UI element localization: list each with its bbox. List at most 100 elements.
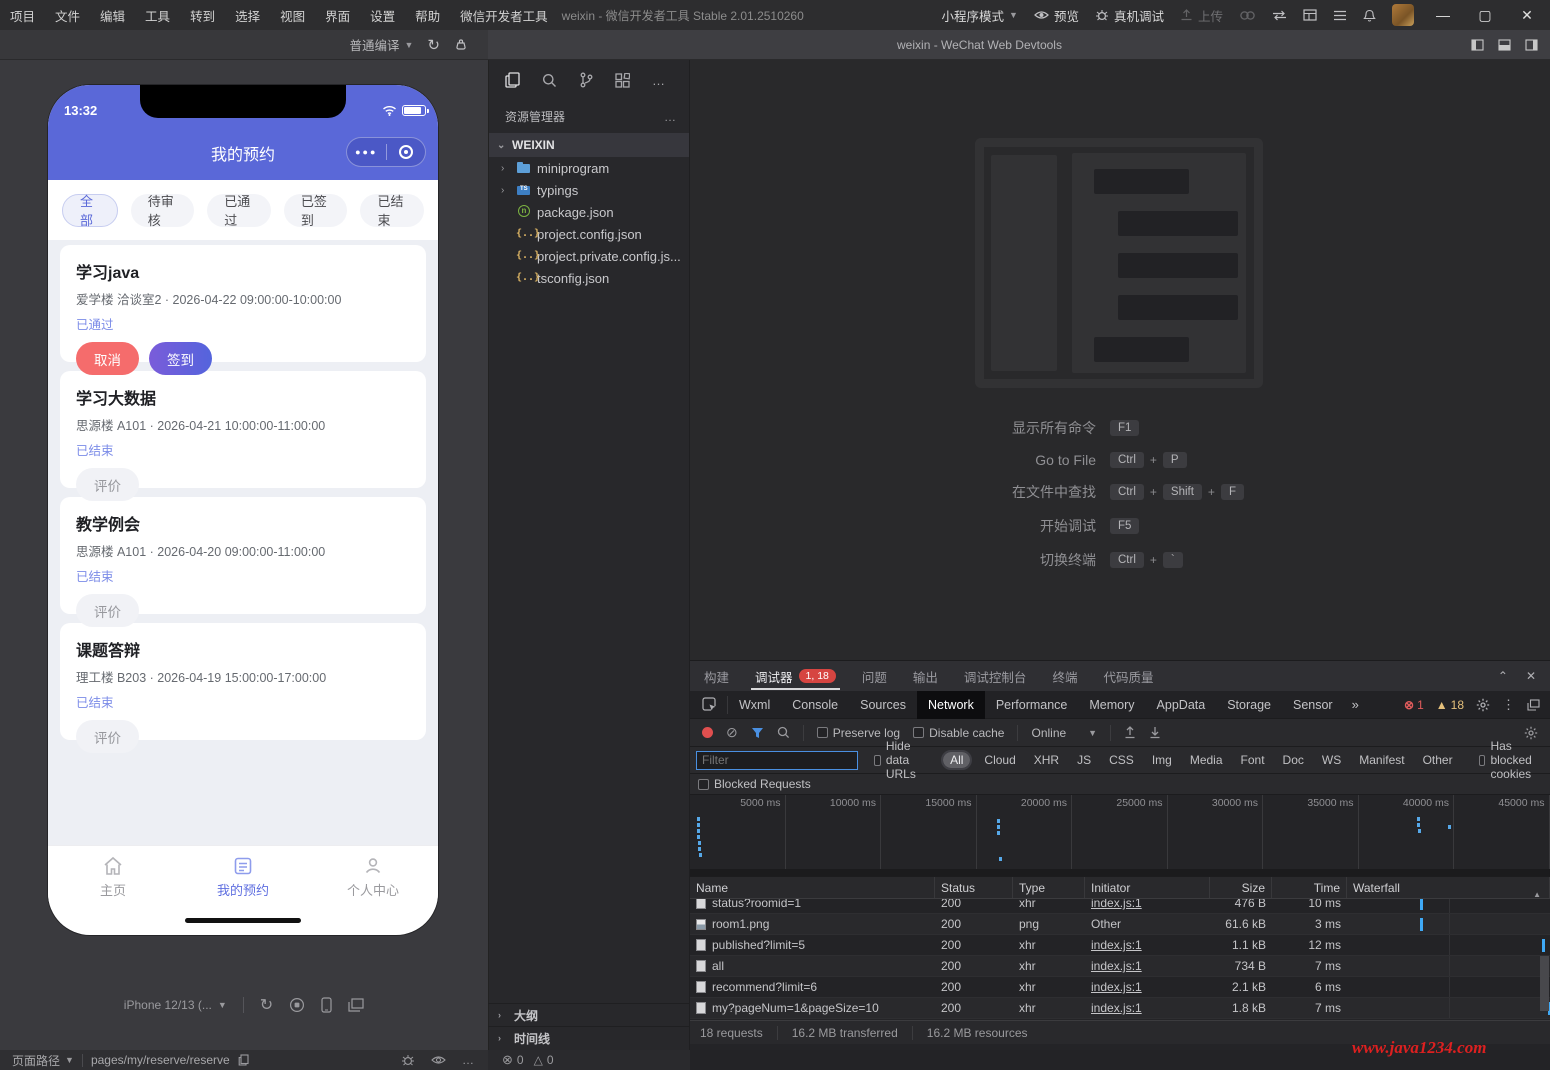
menu-item-项目[interactable]: 项目 — [0, 6, 45, 25]
initiator-link[interactable]: index.js:1 — [1091, 980, 1142, 994]
reservation-status[interactable]: 已结束 — [76, 440, 410, 459]
files-icon[interactable] — [505, 72, 520, 88]
hide-data-urls-checkbox[interactable]: Hide data URLs — [874, 739, 931, 781]
bell-icon[interactable] — [1363, 9, 1376, 22]
disable-cache-checkbox[interactable]: Disable cache — [913, 726, 1004, 740]
outline-section[interactable]: › 大纲 — [488, 1003, 689, 1026]
type-filter-Img[interactable]: Img — [1148, 752, 1176, 768]
panel-tab-调试控制台[interactable]: 调试控制台 — [964, 661, 1027, 691]
hamburger-menu-icon[interactable] — [1333, 10, 1347, 21]
dock-left-icon[interactable] — [1471, 38, 1484, 51]
settings-gear-icon[interactable] — [1476, 698, 1490, 712]
throttling-dropdown[interactable]: Online ▼ — [1031, 726, 1097, 740]
extensions-icon[interactable] — [615, 72, 630, 88]
more-icon[interactable]: … — [652, 73, 666, 88]
export-har-icon[interactable] — [1149, 726, 1161, 739]
dock-bottom-icon[interactable] — [1498, 38, 1511, 51]
network-row[interactable]: my?pageNum=1&pageSize=10 200 xhr index.js:1… — [690, 998, 1550, 1019]
clear-icon[interactable]: ⊘ — [726, 724, 738, 741]
tree-root-weixin[interactable]: ⌄ WEIXIN — [489, 133, 689, 157]
scrollbar-thumb[interactable] — [1540, 956, 1549, 1011]
tabbar-item-个人中心[interactable]: 个人中心 — [308, 846, 438, 909]
network-row[interactable]: published?limit=5 200 xhr index.js:1 1.1 kB 1… — [690, 935, 1550, 956]
error-count[interactable]: ⊗ 1 — [1404, 698, 1424, 712]
type-filter-CSS[interactable]: CSS — [1105, 752, 1138, 768]
initiator-link[interactable]: index.js:1 — [1091, 938, 1142, 952]
评价-button[interactable]: 评价 — [76, 468, 139, 501]
problems-indicator[interactable]: ⊗ 0 △ 0 — [488, 1050, 690, 1070]
取消-button[interactable]: 取消 — [76, 342, 139, 375]
minimize-button[interactable]: — — [1430, 7, 1456, 23]
column-header-Time[interactable]: Time — [1272, 877, 1347, 898]
tree-item-typings[interactable]: › typings — [489, 179, 689, 201]
menu-item-设置[interactable]: 设置 — [360, 6, 405, 25]
devtools-tab-Sources[interactable]: Sources — [849, 691, 917, 719]
menu-item-编辑[interactable]: 编辑 — [90, 6, 135, 25]
network-row[interactable]: room1.png 200 png Other 61.6 kB 3 ms — [690, 914, 1550, 935]
devtools-tab-AppData[interactable]: AppData — [1146, 691, 1217, 719]
rotate-icon[interactable]: ↻ — [260, 995, 273, 1015]
column-header-Size[interactable]: Size — [1210, 877, 1272, 898]
panel-tab-输出[interactable]: 输出 — [913, 661, 938, 691]
type-filter-Cloud[interactable]: Cloud — [980, 752, 1019, 768]
maximize-button[interactable]: ▢ — [1472, 7, 1498, 24]
column-header-Initiator[interactable]: Initiator — [1085, 877, 1210, 898]
type-filter-WS[interactable]: WS — [1318, 752, 1345, 768]
page-path-dropdown[interactable]: 页面路径 ▼ — [12, 1052, 74, 1069]
undock-icon[interactable] — [1527, 698, 1540, 711]
network-row[interactable]: recommend?limit=6 200 xhr index.js:1 2.1 kB 6… — [690, 977, 1550, 998]
menu-item-界面[interactable]: 界面 — [315, 6, 360, 25]
reservation-status[interactable]: 已结束 — [76, 692, 410, 711]
menu-item-文件[interactable]: 文件 — [45, 6, 90, 25]
tree-item-project.private.config.js...[interactable]: project.private.config.js... — [489, 245, 689, 267]
network-row[interactable]: status?roomid=1 200 xhr index.js:1 476 B 10 m… — [690, 899, 1550, 914]
tabs-overflow-icon[interactable]: » — [1344, 697, 1367, 712]
评价-button[interactable]: 评价 — [76, 720, 139, 753]
column-header-Name[interactable]: Name — [690, 877, 935, 898]
type-filter-Media[interactable]: Media — [1186, 752, 1227, 768]
menu-item-工具[interactable]: 工具 — [135, 6, 180, 25]
devtools-tab-Performance[interactable]: Performance — [985, 691, 1079, 719]
panel-tab-构建[interactable]: 构建 — [704, 661, 729, 691]
bug-icon[interactable] — [401, 1054, 415, 1067]
search-icon[interactable] — [542, 73, 557, 88]
签到-button[interactable]: 签到 — [149, 342, 212, 375]
blocked-requests-checkbox[interactable]: Blocked Requests — [698, 777, 811, 791]
phone-orientation-icon[interactable] — [321, 997, 332, 1013]
menu-item-选择[interactable]: 选择 — [225, 6, 270, 25]
switch-icon[interactable] — [1272, 10, 1287, 21]
more-icon[interactable]: ●●● — [347, 147, 386, 157]
screenshot-icon[interactable] — [289, 997, 305, 1013]
filter-chip-已结束[interactable]: 已结束 — [360, 193, 425, 228]
type-filter-Doc[interactable]: Doc — [1279, 752, 1308, 768]
has-blocked-cookies-checkbox[interactable]: Has blocked cookies — [1478, 739, 1550, 781]
network-row[interactable]: all 200 xhr index.js:1 734 B 7 ms — [690, 956, 1550, 977]
reservation-status[interactable]: 已通过 — [76, 314, 410, 333]
record-icon[interactable] — [702, 727, 713, 738]
copy-icon[interactable] — [238, 1054, 249, 1066]
panel-tab-问题[interactable]: 问题 — [862, 661, 887, 691]
menu-item-微信开发者工具[interactable]: 微信开发者工具 — [450, 6, 558, 25]
collapse-panel-icon[interactable]: ⌃ — [1498, 669, 1508, 683]
menu-item-视图[interactable]: 视图 — [270, 6, 315, 25]
tree-item-tsconfig.json[interactable]: tsconfig.json — [489, 267, 689, 289]
compile-mode-dropdown[interactable]: 普通编译 ▼ — [349, 35, 413, 54]
warning-count[interactable]: ▲ 18 — [1436, 698, 1464, 712]
type-filter-XHR[interactable]: XHR — [1030, 752, 1063, 768]
layout-icon[interactable] — [1303, 9, 1317, 21]
type-filter-Font[interactable]: Font — [1237, 752, 1269, 768]
reservation-status[interactable]: 已结束 — [76, 566, 410, 585]
link-icon[interactable] — [1239, 10, 1256, 21]
network-settings-gear-icon[interactable] — [1524, 726, 1550, 740]
tree-item-project.config.json[interactable]: project.config.json — [489, 223, 689, 245]
upload-button[interactable]: 上传 — [1180, 6, 1223, 25]
type-filter-Other[interactable]: Other — [1419, 752, 1457, 768]
device-selector[interactable]: iPhone 12/13 (... ▼ — [124, 998, 227, 1012]
devtools-tab-Memory[interactable]: Memory — [1078, 691, 1145, 719]
close-panel-icon[interactable]: ✕ — [1526, 669, 1536, 683]
preserve-log-checkbox[interactable]: Preserve log — [816, 726, 900, 740]
type-filter-All[interactable]: All — [941, 750, 973, 770]
column-header-Waterfall[interactable]: Waterfall ▲ — [1347, 877, 1550, 898]
remote-debug-button[interactable]: 真机调试 — [1095, 6, 1164, 25]
more-options-icon[interactable]: ⋮ — [1502, 697, 1515, 713]
